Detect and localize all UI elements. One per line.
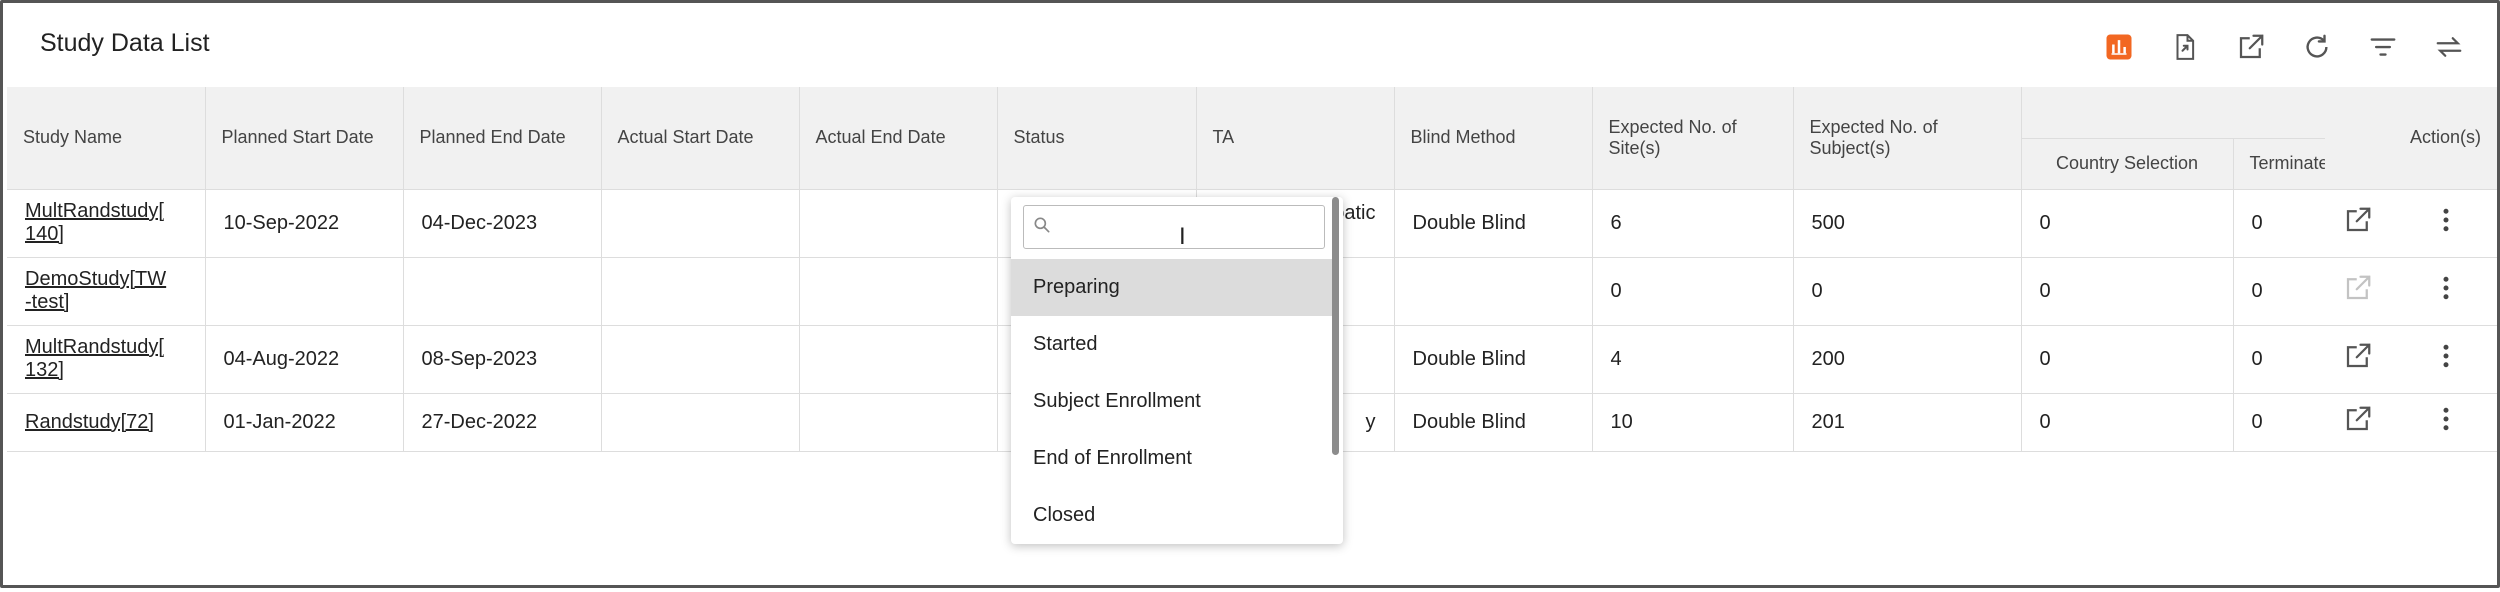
export-file-button[interactable] bbox=[2165, 27, 2205, 67]
planned-start-cell bbox=[205, 257, 404, 326]
more-options-icon[interactable] bbox=[2431, 404, 2461, 440]
planned-end-cell: 27-Dec-2022 bbox=[403, 393, 602, 452]
text-cursor-icon: I bbox=[1179, 223, 1186, 250]
actions-cell bbox=[2325, 257, 2497, 326]
swap-columns-button[interactable] bbox=[2429, 27, 2469, 67]
actual-end-cell bbox=[799, 189, 998, 258]
actual-start-cell bbox=[601, 393, 800, 452]
expected-sites-cell: 10 bbox=[1592, 393, 1794, 452]
actual-start-cell bbox=[601, 325, 800, 394]
expected-subjects-cell: 500 bbox=[1793, 189, 2022, 258]
col-header-terminate[interactable]: Terminate bbox=[2233, 138, 2325, 190]
open-new-icon bbox=[2239, 34, 2264, 59]
study-name-link[interactable]: MultRandstudy[ 132] bbox=[25, 336, 175, 382]
country-selection-cell: 0 bbox=[2021, 189, 2234, 258]
page-title: Study Data List bbox=[40, 29, 210, 57]
terminate-cell: 0 bbox=[2233, 325, 2325, 394]
refresh-icon bbox=[2306, 34, 2328, 58]
status-option-preparing[interactable]: Preparing bbox=[1011, 259, 1333, 316]
actual-end-cell bbox=[799, 257, 998, 326]
status-option-end-of-enrollment[interactable]: End of Enrollment bbox=[1011, 430, 1333, 487]
blind-method-cell: Double Blind bbox=[1394, 393, 1593, 452]
actions-cell bbox=[2325, 189, 2497, 258]
actual-start-cell bbox=[601, 189, 800, 258]
col-header-country-selection[interactable]: Country Selection bbox=[2021, 138, 2234, 190]
study-name-link[interactable]: MultRandstudy[ 140] bbox=[25, 200, 175, 246]
expected-subjects-cell: 0 bbox=[1793, 257, 2022, 326]
more-options-icon[interactable] bbox=[2431, 205, 2461, 241]
terminate-cell: 0 bbox=[2233, 189, 2325, 258]
more-options-icon[interactable] bbox=[2431, 273, 2461, 309]
country-selection-cell: 0 bbox=[2021, 393, 2234, 452]
actual-end-cell bbox=[799, 393, 998, 452]
page-header: Study Data List bbox=[3, 3, 2497, 87]
status-dropdown[interactable]: I Preparing Started Subject Enrollment E… bbox=[1011, 197, 1343, 544]
export-file-icon bbox=[2176, 34, 2195, 60]
actual-end-cell bbox=[799, 325, 998, 394]
blind-method-cell: Double Blind bbox=[1394, 325, 1593, 394]
study-name-link[interactable]: Randstudy[72] bbox=[25, 411, 154, 434]
actual-start-cell bbox=[601, 257, 800, 326]
col-header-planned-start[interactable]: Planned Start Date bbox=[205, 87, 404, 190]
actions-cell bbox=[2325, 393, 2497, 452]
col-header-blind-method[interactable]: Blind Method bbox=[1394, 87, 1593, 190]
country-selection-cell: 0 bbox=[2021, 257, 2234, 326]
expected-subjects-cell: 200 bbox=[1793, 325, 2022, 394]
filter-button[interactable] bbox=[2363, 27, 2403, 67]
col-header-actions: Action(s) bbox=[2325, 87, 2497, 190]
planned-end-cell: 04-Dec-2023 bbox=[403, 189, 602, 258]
terminate-cell: 0 bbox=[2233, 257, 2325, 326]
status-option-started[interactable]: Started bbox=[1011, 316, 1333, 373]
search-icon bbox=[1032, 215, 1054, 240]
planned-start-cell: 10-Sep-2022 bbox=[205, 189, 404, 258]
planned-start-cell: 04-Aug-2022 bbox=[205, 325, 404, 394]
expected-sites-cell: 4 bbox=[1592, 325, 1794, 394]
dropdown-scrollbar[interactable] bbox=[1332, 197, 1339, 455]
chart-icon bbox=[2106, 34, 2132, 60]
status-option-list: Preparing Started Subject Enrollment End… bbox=[1011, 259, 1333, 544]
col-header-actual-start[interactable]: Actual Start Date bbox=[601, 87, 800, 190]
planned-end-cell bbox=[403, 257, 602, 326]
open-study-icon bbox=[2343, 273, 2373, 309]
status-option-subject-enrollment[interactable]: Subject Enrollment bbox=[1011, 373, 1333, 430]
col-header-actual-end[interactable]: Actual End Date bbox=[799, 87, 998, 190]
expected-subjects-cell: 201 bbox=[1793, 393, 2022, 452]
col-header-ta[interactable]: TA bbox=[1196, 87, 1395, 190]
col-group-header bbox=[2021, 87, 2325, 139]
expected-sites-cell: 0 bbox=[1592, 257, 1794, 326]
study-data-list-window: Study Data List Study Name Planned Start… bbox=[0, 0, 2500, 588]
col-header-status[interactable]: Status bbox=[997, 87, 1197, 190]
col-header-expected-subjects[interactable]: Expected No. of Subject(s) bbox=[1793, 87, 2022, 190]
actions-cell bbox=[2325, 325, 2497, 394]
open-study-icon[interactable] bbox=[2343, 341, 2373, 377]
blind-method-cell bbox=[1394, 257, 1593, 326]
open-study-icon[interactable] bbox=[2343, 205, 2373, 241]
planned-end-cell: 08-Sep-2023 bbox=[403, 325, 602, 394]
open-new-button[interactable] bbox=[2231, 27, 2271, 67]
terminate-cell: 0 bbox=[2233, 393, 2325, 452]
status-option-closed[interactable]: Closed bbox=[1011, 487, 1333, 544]
expected-sites-cell: 6 bbox=[1592, 189, 1794, 258]
swap-icon bbox=[2436, 37, 2462, 57]
chart-button[interactable] bbox=[2099, 27, 2139, 67]
col-header-expected-sites[interactable]: Expected No. of Site(s) bbox=[1592, 87, 1794, 190]
toolbar bbox=[2099, 27, 2469, 67]
filter-icon bbox=[2370, 38, 2396, 56]
planned-start-cell: 01-Jan-2022 bbox=[205, 393, 404, 452]
col-header-study-name[interactable]: Study Name bbox=[7, 87, 206, 190]
col-header-planned-end[interactable]: Planned End Date bbox=[403, 87, 602, 190]
country-selection-cell: 0 bbox=[2021, 325, 2234, 394]
open-study-icon[interactable] bbox=[2343, 404, 2373, 440]
blind-method-cell: Double Blind bbox=[1394, 189, 1593, 258]
study-name-link[interactable]: DemoStudy[TW -test] bbox=[25, 268, 166, 314]
refresh-button[interactable] bbox=[2297, 27, 2337, 67]
more-options-icon[interactable] bbox=[2431, 341, 2461, 377]
status-search-box[interactable] bbox=[1023, 205, 1325, 249]
